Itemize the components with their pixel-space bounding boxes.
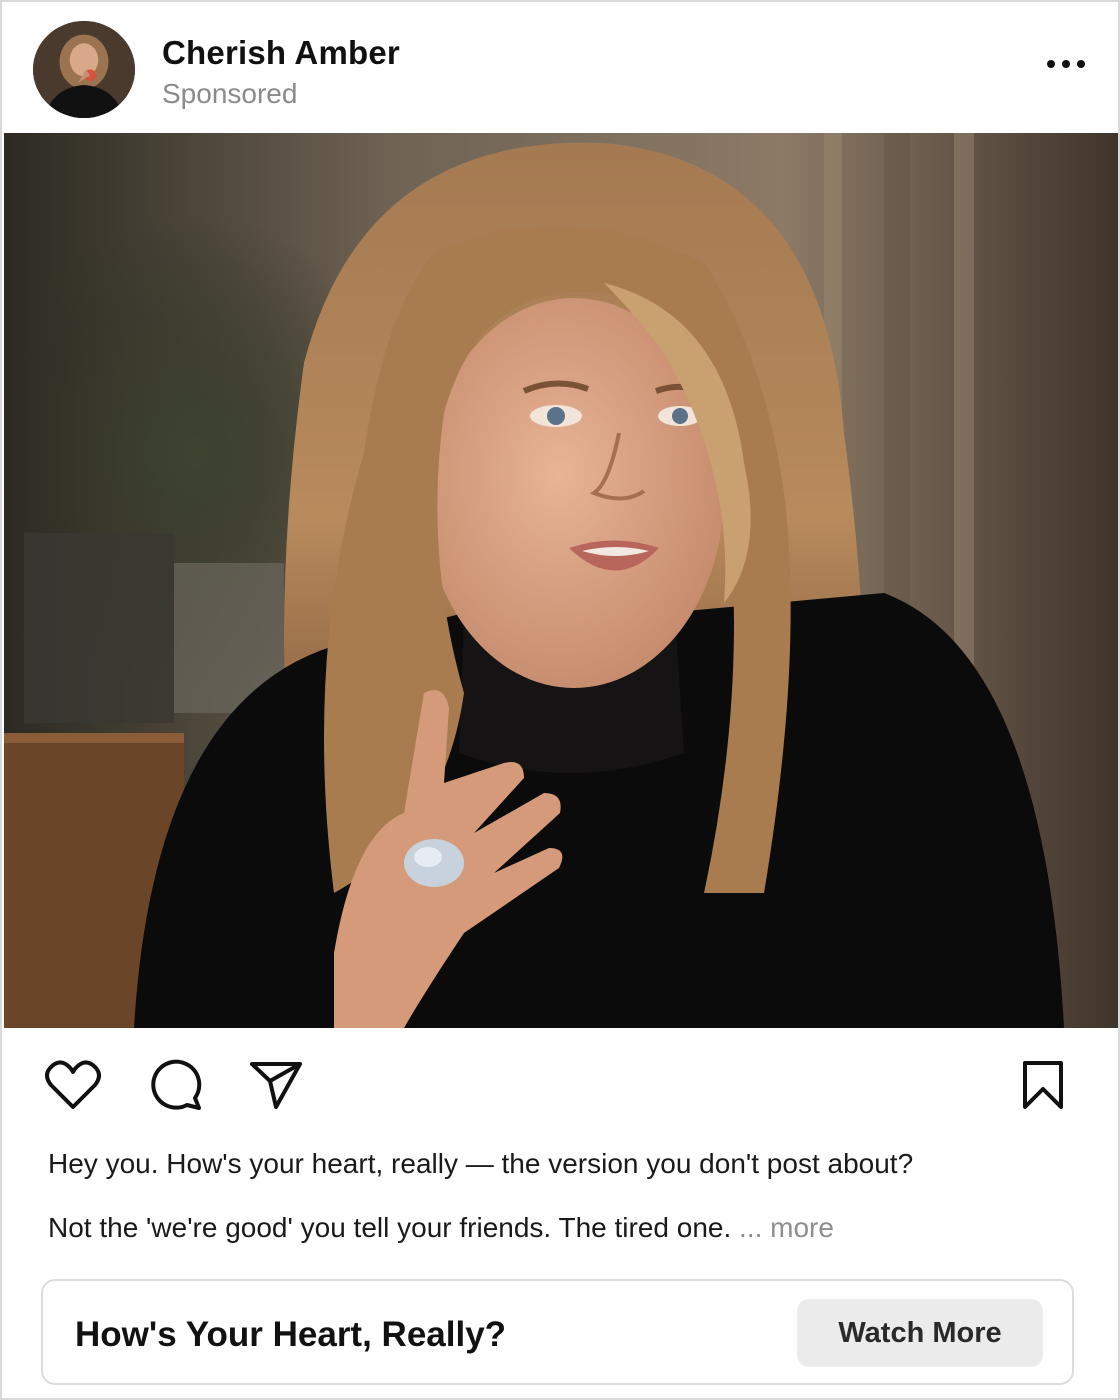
- comment-button[interactable]: [147, 1056, 205, 1114]
- sponsored-post-card: Cherish Amber Sponsored Hey you. How's y…: [0, 0, 1120, 1400]
- like-button[interactable]: [44, 1056, 102, 1114]
- more-options-button[interactable]: [1042, 46, 1090, 82]
- sponsored-label: Sponsored: [162, 78, 298, 109]
- comment-bubble-icon: [151, 1059, 202, 1110]
- post-photo[interactable]: [4, 133, 1118, 1028]
- avatar[interactable]: [33, 21, 135, 118]
- post-actions-bar: [2, 1028, 1118, 1138]
- caption-text: Not the 'we're good' you tell your frien…: [48, 1212, 732, 1243]
- cta-banner[interactable]: How's Your Heart, Really? Watch More: [41, 1279, 1074, 1385]
- watch-more-button[interactable]: Watch More: [797, 1299, 1043, 1367]
- share-button[interactable]: [247, 1056, 305, 1114]
- more-options-icon: [1047, 60, 1085, 68]
- paper-plane-icon: [250, 1062, 302, 1109]
- caption-line-1: Hey you. How's your heart, really — the …: [48, 1148, 914, 1179]
- post-header: Cherish Amber Sponsored: [2, 2, 1118, 132]
- caption-more-link[interactable]: ... more: [739, 1212, 834, 1243]
- caption-line-2: Not the 'we're good' you tell your frien…: [48, 1212, 834, 1244]
- account-name[interactable]: Cherish Amber: [162, 34, 400, 72]
- cta-headline: How's Your Heart, Really?: [75, 1315, 507, 1354]
- save-button[interactable]: [1014, 1056, 1072, 1114]
- heart-icon: [45, 1060, 101, 1109]
- bookmark-icon: [1023, 1061, 1063, 1109]
